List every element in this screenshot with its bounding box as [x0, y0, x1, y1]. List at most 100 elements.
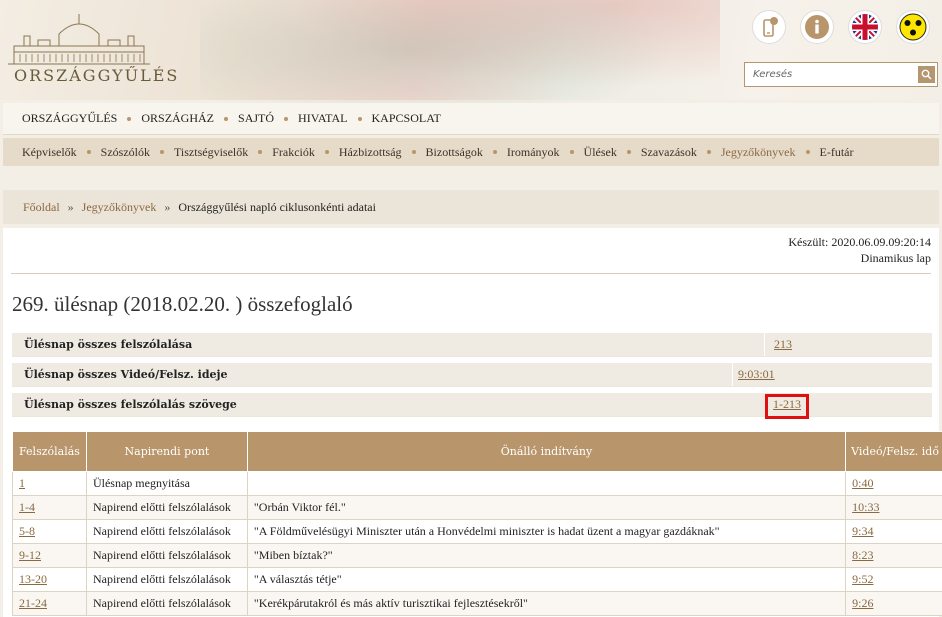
- table-row: 21-24 Napirend előtti felszólalások "Ker…: [12, 591, 942, 616]
- time-link[interactable]: 8:23: [845, 543, 942, 568]
- summary-row: Ülésnap összes felszólalása 213: [12, 333, 932, 357]
- nav-separator: [324, 150, 329, 154]
- breadcrumb-home[interactable]: Főoldal: [23, 200, 60, 215]
- speech-table: Felszólalás Napirendi pont Önálló indítv…: [12, 431, 942, 616]
- table-row: 5-8 Napirend előtti felszólalások "A Föl…: [12, 519, 942, 544]
- main-nav-kapcsolat[interactable]: KAPCSOLAT: [372, 111, 441, 126]
- summary-row: Ülésnap összes felszólalás szövege 1-213: [12, 393, 932, 419]
- motion-cell: "A választás tétje": [246, 567, 847, 592]
- breadcrumb-separator: »: [164, 199, 171, 214]
- search-icon: [921, 69, 932, 80]
- speech-link[interactable]: 5-8: [12, 519, 87, 544]
- summary-table: Ülésnap összes felszólalása 213 Ülésnap …: [12, 333, 932, 423]
- dynamic-page-label: Dinamikus lap: [860, 251, 931, 265]
- sub-nav-bizottsagok[interactable]: Bizottságok: [426, 145, 483, 160]
- breadcrumb-section[interactable]: Jegyzőkönyvek: [82, 200, 157, 215]
- search-input[interactable]: [745, 69, 915, 80]
- sub-nav-iromanyok[interactable]: Irományok: [507, 145, 560, 160]
- summary-value-link[interactable]: 9:03:01: [738, 367, 775, 382]
- divider: [11, 273, 931, 274]
- header: ORSZÁGGYŰLÉS: [0, 0, 942, 110]
- agenda-cell: Napirend előtti felszólalások: [85, 495, 248, 520]
- table-header-row: Felszólalás Napirendi pont Önálló indítv…: [12, 431, 942, 472]
- breadcrumb-current: Országgyűlési napló ciklusonkénti adatai: [178, 199, 376, 214]
- motion-cell: "Miben bíztak?": [246, 543, 847, 568]
- sub-nav-tisztsegviselok[interactable]: Tisztségviselők: [174, 145, 248, 160]
- nav-separator: [411, 150, 416, 154]
- col-header-motion[interactable]: Önálló indítvány: [246, 431, 847, 472]
- phone-icon[interactable]: [752, 10, 786, 44]
- main-content: Készült: 2020.06.09.09:20:14 Dinamikus l…: [3, 228, 942, 617]
- summary-label: Ülésnap összes felszólalása: [24, 338, 193, 351]
- cell-divider: [732, 363, 733, 386]
- info-icon[interactable]: [800, 10, 834, 44]
- col-header-agenda[interactable]: Napirendi pont: [85, 431, 248, 472]
- breadcrumb: Főoldal » Jegyzőkönyvek » Országgyűlési …: [3, 190, 939, 224]
- speech-link[interactable]: 1-4: [12, 495, 87, 520]
- created-timestamp: Készült: 2020.06.09.09:20:14: [788, 235, 931, 249]
- motion-cell: "A Földművelésügyi Miniszter után a Honv…: [246, 519, 847, 544]
- agenda-cell: Napirend előtti felszólalások: [85, 591, 248, 616]
- sub-nav-kepviselok[interactable]: Képviselők: [22, 145, 77, 160]
- nav-separator: [805, 150, 810, 154]
- top-icon-bar: [752, 10, 930, 44]
- page-meta: Készült: 2020.06.09.09:20:14 Dinamikus l…: [788, 234, 931, 266]
- accessibility-icon[interactable]: [896, 10, 930, 44]
- main-nav-orszaggyules[interactable]: ORSZÁGGYŰLÉS: [22, 111, 117, 126]
- table-row: 1 Ülésnap megnyitása 0:40: [12, 471, 942, 496]
- sub-nav-frakciok[interactable]: Frakciók: [272, 145, 315, 160]
- col-header-time[interactable]: Videó/Felsz. idő: [845, 431, 942, 472]
- agenda-cell: Napirend előtti felszólalások: [85, 519, 248, 544]
- time-link[interactable]: 0:40: [845, 471, 942, 496]
- summary-label: Ülésnap összes felszólalás szövege: [24, 398, 237, 411]
- speech-link[interactable]: 13-20: [12, 567, 87, 592]
- nav-separator: [626, 150, 631, 154]
- main-nav-sajto[interactable]: SAJTÓ: [238, 111, 274, 126]
- parliament-logo[interactable]: [4, 12, 164, 92]
- nav-separator: [284, 116, 289, 121]
- nav-separator: [357, 116, 362, 121]
- agenda-cell: Napirend előtti felszólalások: [85, 543, 248, 568]
- nav-separator: [224, 116, 229, 121]
- nav-separator: [492, 150, 497, 154]
- sub-nav-hazbizottsag[interactable]: Házbizottság: [339, 145, 402, 160]
- main-nav: ORSZÁGGYŰLÉS ORSZÁGHÁZ SAJTÓ HIVATAL KAP…: [3, 103, 939, 135]
- time-link[interactable]: 9:52: [845, 567, 942, 592]
- nav-separator: [258, 150, 263, 154]
- table-row: 13-20 Napirend előtti felszólalások "A v…: [12, 567, 942, 592]
- summary-label: Ülésnap összes Videó/Felsz. ideje: [24, 368, 228, 381]
- cell-divider: [764, 333, 765, 356]
- nav-separator: [86, 150, 91, 154]
- search-box: [744, 62, 938, 87]
- agenda-cell: Ülésnap megnyitása: [85, 471, 248, 496]
- uk-flag-icon[interactable]: [848, 10, 882, 44]
- sub-nav-efutar[interactable]: E-futár: [820, 145, 854, 160]
- speech-link[interactable]: 1: [12, 471, 87, 496]
- highlight-box: [765, 394, 809, 419]
- sub-nav-jegyzokonyvek[interactable]: Jegyzőkönyvek: [721, 145, 796, 160]
- time-link[interactable]: 9:26: [845, 591, 942, 616]
- sub-nav: Képviselők Szószólók Tisztségviselők Fra…: [3, 138, 939, 166]
- parliament-building-icon: [8, 14, 150, 65]
- motion-cell: "Orbán Viktor fél.": [246, 495, 847, 520]
- time-link[interactable]: 9:34: [845, 519, 942, 544]
- sub-nav-szavazasok[interactable]: Szavazások: [641, 145, 697, 160]
- speech-link[interactable]: 9-12: [12, 543, 87, 568]
- search-button[interactable]: [918, 66, 935, 83]
- col-header-speech[interactable]: Felszólalás: [12, 431, 87, 472]
- nav-separator: [706, 150, 711, 154]
- time-link[interactable]: 10:33: [845, 495, 942, 520]
- agenda-cell: Napirend előtti felszólalások: [85, 567, 248, 592]
- main-nav-orszaghaz[interactable]: ORSZÁGHÁZ: [141, 111, 214, 126]
- main-nav-hivatal[interactable]: HIVATAL: [298, 111, 347, 126]
- page-title: 269. ülésnap (2018.02.20. ) összefoglaló: [12, 292, 353, 316]
- sub-nav-szoszolok[interactable]: Szószólók: [101, 145, 150, 160]
- speech-link[interactable]: 21-24: [12, 591, 87, 616]
- motion-cell: "Kerékpárutakról és más aktív turisztika…: [246, 591, 847, 616]
- table-row: 1-4 Napirend előtti felszólalások "Orbán…: [12, 495, 942, 520]
- table-row: 9-12 Napirend előtti felszólalások "Mibe…: [12, 543, 942, 568]
- nav-separator: [569, 150, 574, 154]
- breadcrumb-separator: »: [67, 199, 74, 214]
- sub-nav-ulesek[interactable]: Ülések: [584, 145, 617, 160]
- summary-value-link[interactable]: 213: [774, 337, 792, 352]
